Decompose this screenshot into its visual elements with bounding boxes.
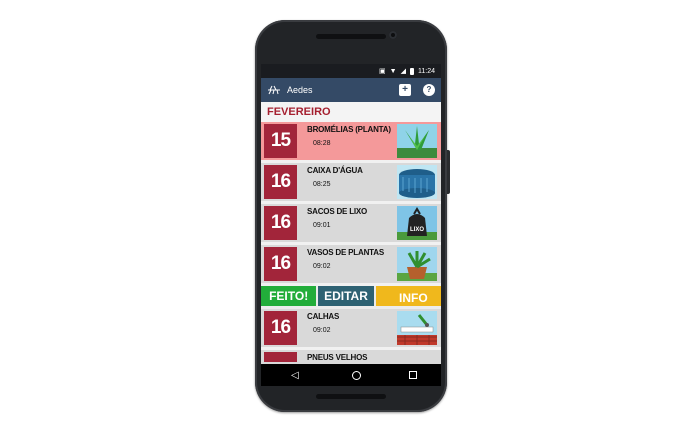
home-icon[interactable] [352,370,362,380]
day-badge: 16 [264,311,297,345]
help-icon[interactable]: ? [423,84,435,96]
list-item[interactable]: PNEUS VELHOS [261,350,441,364]
bromeliad-icon [397,124,437,158]
app-title: Aedes [287,85,313,95]
nav-bar: ◁ [261,364,441,386]
list-item[interactable]: 16 CALHAS 09:02 [261,309,441,350]
item-actions: FEITO! EDITAR INFO [261,286,441,306]
mosquito-icon [268,85,280,95]
done-button[interactable]: FEITO! [261,286,317,306]
day-badge: 16 [264,165,297,199]
status-bar: ▣ ▼ ◢ 11:24 [261,64,441,78]
item-time: 08:25 [313,181,331,188]
edit-button[interactable]: EDITAR [318,286,374,306]
add-reminder-icon[interactable]: + [399,84,411,96]
day-badge: 16 [264,206,297,240]
reminder-list: 15 BROMÉLIAS (PLANTA) 08:28 16 CAIXA D'Á… [261,122,441,364]
info-button[interactable]: INFO [375,286,441,306]
item-time: 09:01 [313,222,331,229]
list-item[interactable]: 16 VASOS DE PLANTAS 09:02 [261,245,441,286]
screen: ▣ ▼ ◢ 11:24 Aedes + ? FEVEREIRO 15 BROMÉ… [261,64,441,386]
bottom-speaker [316,394,386,399]
signal-icon: ◢ [400,67,406,75]
item-time: 08:28 [313,140,331,147]
trash-bag-label: LIXO [410,227,424,233]
vibrate-icon: ▣ [379,67,386,75]
day-badge: 16 [264,247,297,281]
list-item[interactable]: 15 BROMÉLIAS (PLANTA) 08:28 [261,122,441,163]
wifi-icon: ▼ [389,67,397,75]
list-item[interactable]: 16 CAIXA D'ÁGUA 08:25 [261,163,441,204]
item-name: CALHAS [307,312,340,321]
battery-icon [410,67,414,75]
item-time: 09:02 [313,327,331,334]
recent-apps-icon[interactable] [409,371,418,379]
app-bar: Aedes + ? [261,78,441,102]
day-badge [264,352,297,362]
item-name: VASOS DE PLANTAS [307,248,384,257]
month-header: FEVEREIRO [261,102,441,122]
status-time: 11:24 [418,67,435,75]
plant-pot-icon [397,247,437,281]
item-name: BROMÉLIAS (PLANTA) [307,125,391,134]
trash-bag-icon: LIXO [397,206,437,240]
item-name: PNEUS VELHOS [307,353,368,362]
day-badge: 15 [264,124,297,158]
item-time: 09:02 [313,263,331,270]
front-camera [389,31,397,39]
item-name: SACOS DE LIXO [307,207,368,216]
top-speaker [316,34,386,39]
water-tank-icon [397,165,437,199]
list-item[interactable]: 16 SACOS DE LIXO 09:01 LIXO [261,204,441,245]
power-button[interactable] [447,150,450,194]
item-name: CAIXA D'ÁGUA [307,166,363,175]
back-icon[interactable]: ◁ [285,370,305,381]
gutter-icon [397,311,437,345]
